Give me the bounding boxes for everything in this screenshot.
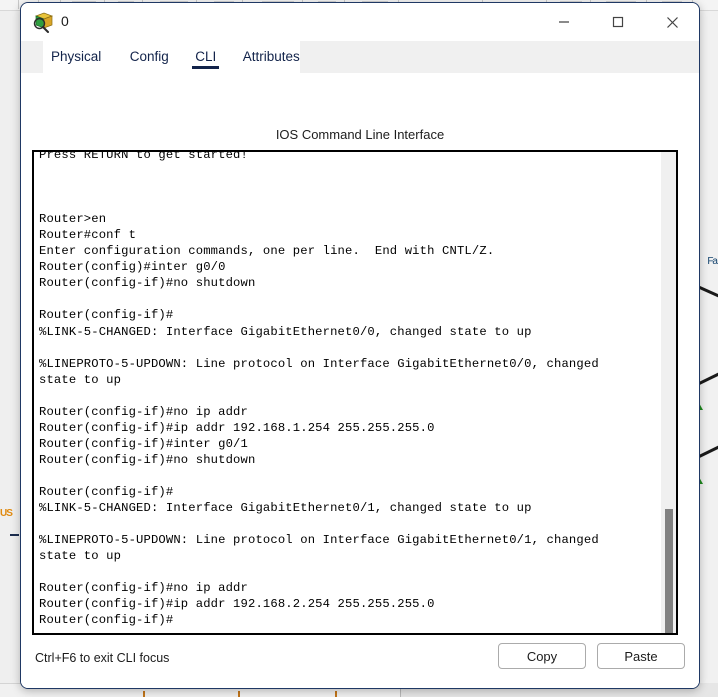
- toolbar-tick: [18, 0, 19, 9]
- maximize-icon: [612, 16, 624, 28]
- tab-attributes[interactable]: Attributes: [243, 41, 300, 64]
- minimize-icon: [559, 21, 569, 23]
- background-left-panel: US: [0, 11, 22, 697]
- maximize-button[interactable]: [595, 3, 641, 41]
- cli-heading: IOS Command Line Interface: [275, 127, 445, 142]
- close-button[interactable]: [649, 3, 695, 41]
- window-title: 0: [61, 13, 69, 29]
- tab-config[interactable]: Config: [130, 41, 169, 64]
- background-right-label: Fa: [707, 256, 718, 267]
- minimize-button[interactable]: [541, 3, 587, 41]
- cli-focus-hint: Ctrl+F6 to exit CLI focus: [35, 651, 170, 665]
- tab-physical[interactable]: Physical: [51, 41, 101, 64]
- status-tick: [335, 691, 337, 697]
- tab-bar: Physical Config CLI Attributes: [21, 41, 699, 73]
- device-window: 0 Physical Config CLI Attributes IOS Com…: [20, 2, 700, 689]
- close-icon: [666, 16, 678, 28]
- window-titlebar[interactable]: 0: [21, 3, 699, 41]
- terminal-scrollbar[interactable]: [661, 152, 676, 633]
- terminal-scrollbar-thumb[interactable]: [665, 509, 673, 633]
- paste-button[interactable]: Paste: [597, 643, 685, 669]
- tab-cli[interactable]: CLI: [192, 41, 220, 69]
- background-left-marker: [10, 534, 19, 536]
- copy-button[interactable]: Copy: [498, 643, 586, 669]
- status-tick: [143, 691, 145, 697]
- packet-tracer-device-icon: [33, 12, 53, 33]
- cli-terminal[interactable]: Press RETURN to get started! Router>en R…: [32, 150, 678, 635]
- background-left-label: US: [0, 508, 13, 519]
- status-tick: [238, 691, 240, 697]
- cli-terminal-text: Press RETURN to get started! Router>en R…: [39, 150, 599, 628]
- cli-panel: IOS Command Line Interface Press RETURN …: [21, 73, 699, 688]
